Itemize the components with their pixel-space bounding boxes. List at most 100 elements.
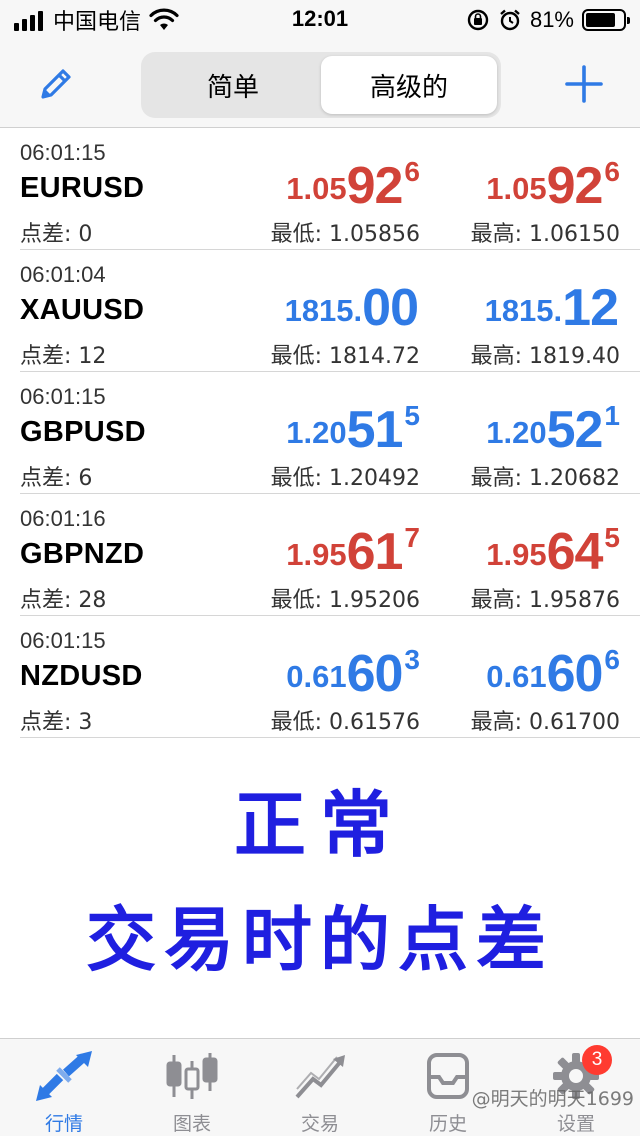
bid-price-prefix: 1815. (284, 293, 363, 328)
low-price: 最低: 1.20492 (270, 466, 420, 491)
ask-price-pips: 60 (546, 645, 604, 703)
segment-simple[interactable]: 简单 (145, 56, 321, 114)
spread-value: 点差: 12 (20, 344, 107, 369)
ask-price-pips: 92 (546, 157, 604, 215)
high-price: 最高: 1.20682 (470, 466, 620, 491)
bid-price-prefix: 1.95 (286, 537, 347, 572)
ask-price-fraction: 6 (604, 156, 620, 187)
plus-icon (565, 65, 603, 103)
quote-time: 06:01:04 (20, 262, 106, 287)
overlay-caption-line2: 交易时的点差 (86, 899, 554, 981)
ask-price: 1.05926 (486, 156, 620, 215)
bid-price-pips: 61 (346, 523, 404, 581)
spread-value: 点差: 28 (20, 588, 107, 613)
high-price: 最高: 1.95876 (470, 588, 620, 613)
overlay-caption-line1: 正常 (233, 783, 406, 867)
ask-price-prefix: 1.05 (486, 171, 547, 206)
bid-price-pips: 60 (346, 645, 404, 703)
ask-price-fraction: 1 (604, 400, 620, 431)
bid-price-pips: 92 (346, 157, 404, 215)
low-price: 最低: 1.95206 (270, 588, 420, 613)
bid-price: 1.05926 (286, 156, 420, 215)
tab-trade[interactable]: 交易 (256, 1039, 384, 1136)
view-mode-segment: 简单 高级的 (141, 52, 501, 118)
bid-price-prefix: 0.61 (286, 659, 347, 694)
quotes-arrows-icon (36, 1051, 92, 1101)
tab-charts-label: 图表 (172, 1113, 211, 1135)
quote-time: 06:01:16 (20, 506, 106, 531)
symbol-name: NZDUSD (20, 660, 143, 692)
ask-price-pips: 64 (546, 523, 604, 581)
bid-price-fraction: 5 (404, 400, 420, 431)
rotation-lock-icon (467, 9, 489, 31)
spread-value: 点差: 0 (20, 222, 93, 247)
bid-price: 1815.00 (284, 278, 420, 337)
ask-price: 0.61606 (486, 644, 620, 703)
quote-time: 06:01:15 (20, 384, 106, 409)
quote-time: 06:01:15 (20, 140, 106, 165)
tab-settings-label: 设置 (556, 1113, 595, 1135)
high-price: 最高: 1819.40 (470, 344, 620, 369)
ask-price: 1815.12 (484, 278, 620, 337)
notification-badge: 3 (582, 1045, 612, 1075)
low-price: 最低: 0.61576 (270, 710, 420, 735)
ask-price-fraction: 6 (604, 644, 620, 675)
pencil-icon (41, 69, 71, 99)
status-right: 81% (466, 6, 630, 34)
alarm-icon (500, 9, 520, 31)
bid-price-fraction: 3 (404, 644, 420, 675)
ask-price: 1.20521 (486, 400, 620, 459)
nav-bar: 简单 高级的 (0, 40, 640, 128)
quotes-list: 06:01:15 EURUSD 点差: 0 1.05926 1.05926 最低: 1.0… (0, 128, 640, 738)
history-icon (427, 1053, 469, 1099)
bid-price: 1.95617 (286, 522, 420, 581)
quote-row[interactable]: 06:01:16 GBPNZD 点差: 28 1.95617 1.95645 最低: 1.… (20, 494, 640, 616)
bid-price: 0.61603 (286, 644, 420, 703)
app-screen: 中国电信 12:01 81% 简单 高级的 06:01:15 EURUSD 点差… (0, 0, 640, 1136)
battery-icon (582, 9, 630, 31)
tab-quotes-label: 行情 (44, 1113, 83, 1135)
battery-fill (586, 13, 616, 27)
ask-price-prefix: 1.95 (486, 537, 547, 572)
tab-charts[interactable]: 图表 (128, 1039, 256, 1136)
ask-price: 1.95645 (486, 522, 620, 581)
ask-price-prefix: 0.61 (486, 659, 547, 694)
candlestick-chart-icon (166, 1053, 218, 1099)
tab-history-label: 历史 (428, 1113, 467, 1135)
edit-button[interactable] (34, 62, 78, 106)
spread-value: 点差: 6 (20, 466, 93, 491)
tab-quotes[interactable]: 行情 (0, 1039, 128, 1136)
ask-price-prefix: 1815. (484, 293, 563, 328)
quote-row[interactable]: 06:01:15 NZDUSD 点差: 3 0.61603 0.61606 最低: 0.6… (20, 616, 640, 738)
bid-price-prefix: 1.20 (286, 415, 347, 450)
tab-trade-label: 交易 (300, 1113, 339, 1135)
ask-price-fraction: 5 (604, 522, 620, 553)
symbol-name: EURUSD (20, 172, 145, 204)
bid-price-pips: 00 (362, 279, 419, 337)
high-price: 最高: 1.06150 (470, 222, 620, 247)
bid-price-prefix: 1.05 (286, 171, 347, 206)
bid-price-pips: 51 (346, 401, 404, 459)
ask-price-pips: 12 (562, 279, 619, 337)
add-symbol-button[interactable] (562, 62, 606, 106)
quote-row[interactable]: 06:01:15 EURUSD 点差: 0 1.05926 1.05926 最低: 1.0… (20, 128, 640, 250)
symbol-name: GBPNZD (20, 538, 145, 570)
high-price: 最高: 0.61700 (470, 710, 620, 735)
ask-price-pips: 52 (546, 401, 604, 459)
quote-time: 06:01:15 (20, 628, 106, 653)
low-price: 最低: 1814.72 (270, 344, 420, 369)
spread-value: 点差: 3 (20, 710, 93, 735)
low-price: 最低: 1.05856 (270, 222, 420, 247)
ask-price-prefix: 1.20 (486, 415, 547, 450)
watermark: @明天的明天1699 (471, 1088, 634, 1110)
status-bar: 中国电信 12:01 81% (0, 0, 640, 40)
battery-percent: 81% (529, 7, 574, 32)
bid-price: 1.20515 (286, 400, 420, 459)
symbol-name: XAUUSD (20, 294, 145, 326)
segment-advanced[interactable]: 高级的 (321, 56, 497, 114)
bid-price-fraction: 7 (404, 522, 420, 553)
quote-row[interactable]: 06:01:04 XAUUSD 点差: 12 1815.00 1815.12 最低: 18… (20, 250, 640, 372)
bid-price-fraction: 6 (404, 156, 420, 187)
symbol-name: GBPUSD (20, 416, 146, 448)
quote-row[interactable]: 06:01:15 GBPUSD 点差: 6 1.20515 1.20521 最低: 1.2… (20, 372, 640, 494)
